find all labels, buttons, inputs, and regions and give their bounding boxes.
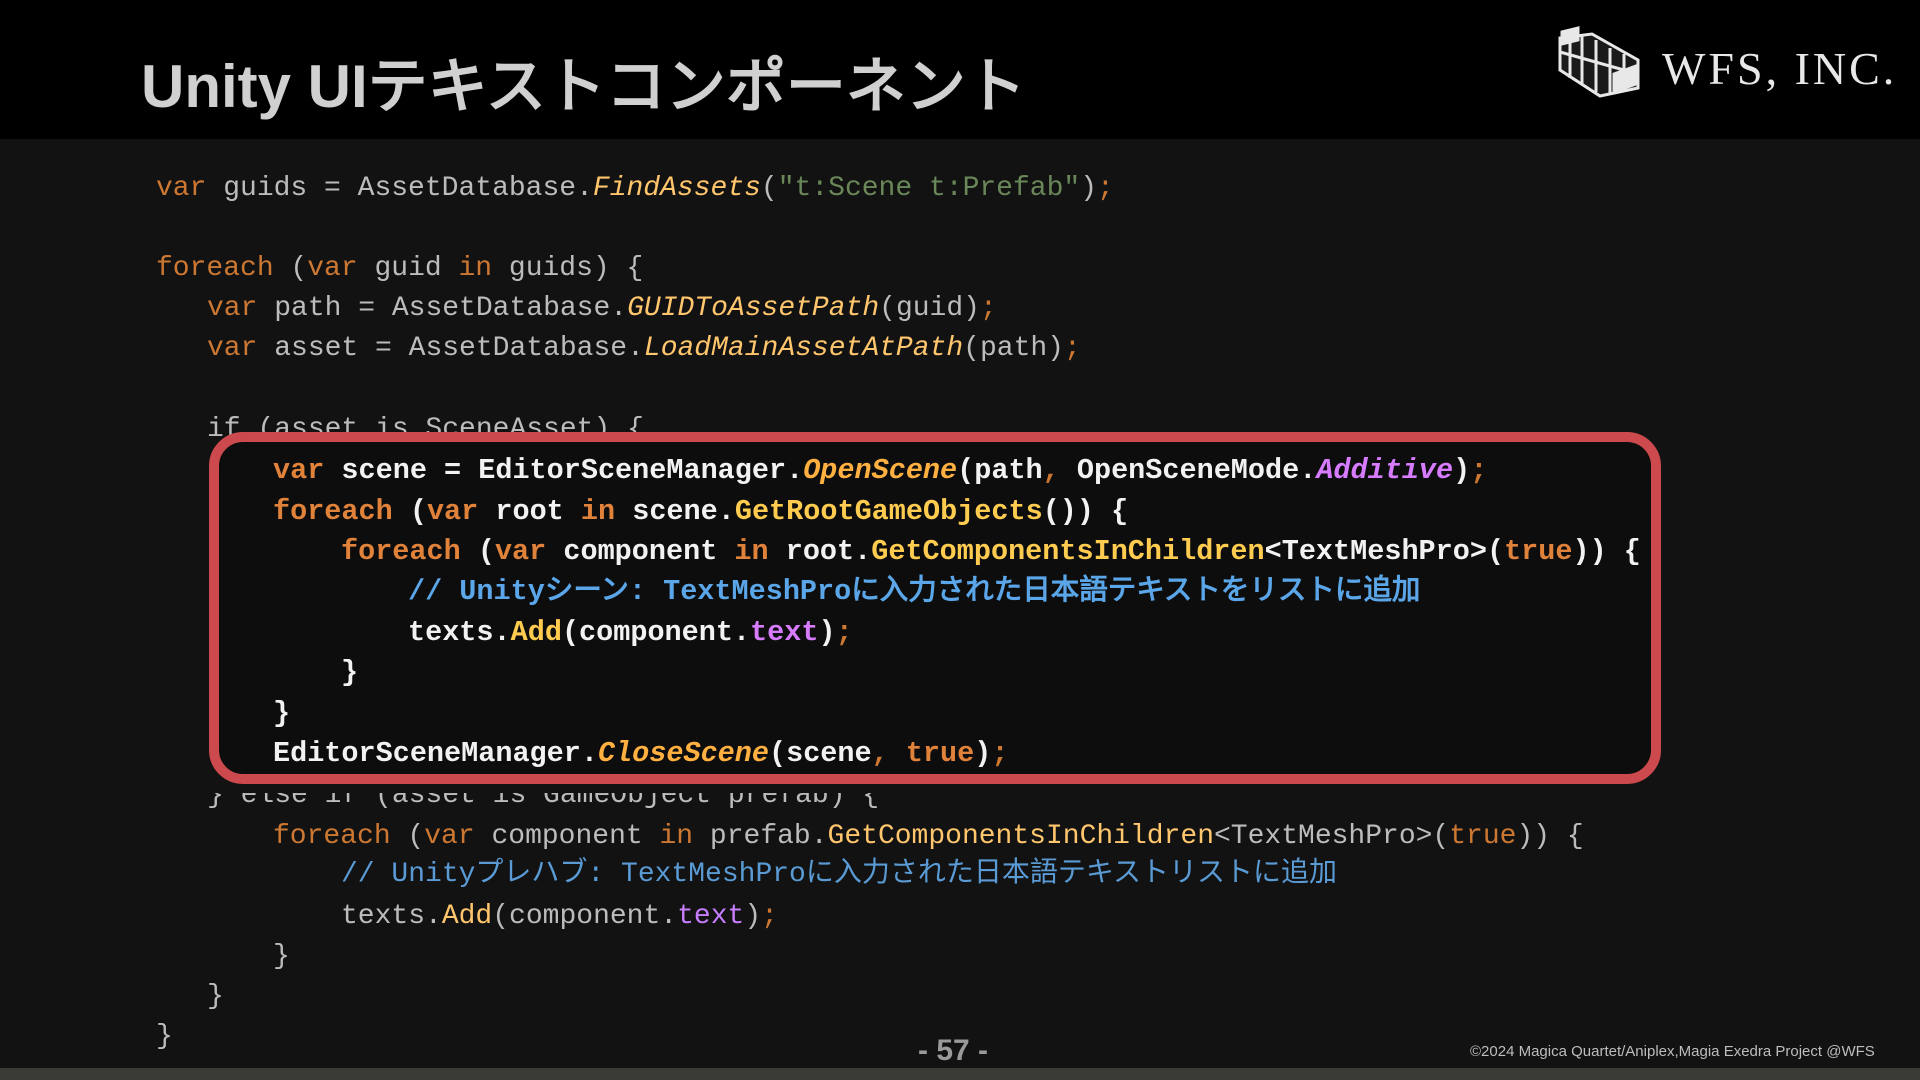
code-line: var path = AssetDatabase.GUIDToAssetPath… [207,293,997,324]
highlighted-code-line: } [273,697,291,730]
code-line: var asset = AssetDatabase.LoadMainAssetA… [207,333,1081,364]
highlighted-code-line: } [341,656,359,689]
code-line: var guids = AssetDatabase.FindAssets("t:… [156,173,1114,204]
page-number: - 57 - [918,1034,989,1067]
highlighted-code-comment: // Unityシーン: TextMeshProに入力された日本語テキストをリス… [408,575,1421,608]
slide-title: Unity UIテキストコンポーネント [141,53,1026,120]
code-line: } [273,941,290,972]
highlighted-code-line: EditorSceneManager.CloseScene(scene, tru… [273,737,1009,770]
code-line: } [156,1021,173,1052]
slide-header: Unity UIテキストコンポーネント WFS, INC. [0,0,1920,139]
copyright-text: ©2024 Magica Quartet/Aniplex,Magia Exedr… [1470,1043,1875,1060]
code-line: } [207,981,224,1012]
highlighted-code-line: foreach (var root in scene.GetRootGameOb… [273,495,1129,528]
highlighted-code-line: var scene = EditorSceneManager.OpenScene… [273,454,1488,487]
code-line: texts.Add(component.text); [341,901,778,932]
company-logo: WFS, INC. [1552,26,1894,110]
company-name: WFS, INC. [1662,43,1898,94]
wfs-logo-icon [1558,26,1640,98]
code-line: foreach (var component in prefab.GetComp… [273,821,1584,852]
highlighted-code-line: texts.Add(component.text); [408,616,853,649]
bottom-bar [0,1068,1920,1080]
code-line: foreach (var guid in guids) { [156,253,644,284]
highlighted-code-line: foreach (var component in root.GetCompon… [341,535,1641,568]
code-comment: // Unityプレハブ: TextMeshProに入力された日本語テキストリス… [341,859,1338,890]
